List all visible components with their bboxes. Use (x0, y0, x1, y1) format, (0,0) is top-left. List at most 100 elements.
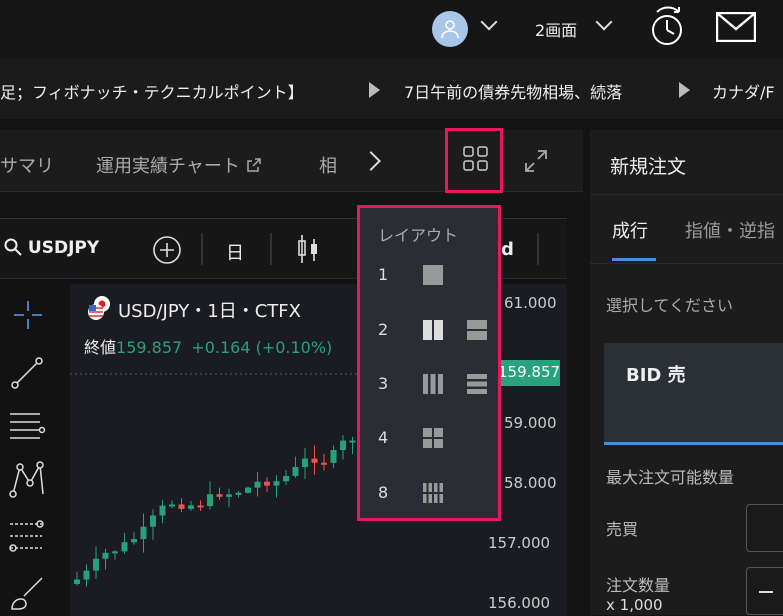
candle-body (178, 504, 185, 509)
layout-1-icon[interactable] (422, 264, 444, 286)
chevron-right-icon[interactable] (361, 151, 381, 171)
divider (590, 263, 783, 264)
layout-2-horizontal-icon[interactable] (466, 319, 488, 341)
candle-body (188, 505, 194, 509)
candle-body (254, 481, 261, 488)
qty-unit: x 1,000 (606, 596, 663, 614)
layout-row-label: 3 (378, 374, 389, 393)
candle-body (245, 487, 251, 493)
close-value: 159.857 (116, 338, 183, 357)
candle-body (150, 515, 156, 527)
layout-row-label: 8 (378, 483, 389, 502)
ticker-item[interactable]: カナダ/F (712, 79, 775, 103)
ticker-item[interactable]: 7日午前の債券先物相場、続落 (404, 79, 622, 103)
layout-3-horizontal-icon[interactable] (466, 373, 488, 395)
buy-sell-label: 売買 (606, 520, 639, 539)
select-prompt: 選択してください (606, 296, 734, 315)
layout-row-label: 2 (378, 320, 389, 339)
price-label: 156.000 (488, 594, 551, 612)
trend-line-icon[interactable] (10, 356, 44, 390)
tab-performance-chart[interactable]: 運用実績チャート (96, 152, 262, 178)
tab-limit-order[interactable]: 指値・逆指 (685, 217, 775, 243)
divider (201, 233, 203, 265)
close-price-line: 終値159.857 +0.164 (+0.10%) (84, 334, 332, 358)
pattern-icon[interactable] (8, 461, 46, 499)
divider (590, 194, 783, 195)
minus-icon (759, 591, 773, 593)
candle-body (140, 526, 147, 540)
active-tab-underline (612, 258, 656, 261)
ticker-item[interactable]: 足；フィボナッチ・テクニカルポイント】 (0, 79, 304, 103)
candle-body (330, 450, 337, 463)
layout-3-vertical-icon[interactable] (422, 373, 444, 395)
candle-body (216, 494, 223, 497)
candle-body (283, 476, 289, 482)
mail-icon[interactable] (716, 12, 756, 42)
crosshair-icon[interactable] (12, 299, 44, 331)
order-panel: 新規注文 成行 指値・逆指 選択してください BID 売 最大注文可能数量 売買… (590, 130, 783, 615)
candle-body (197, 505, 204, 508)
screens-selector[interactable]: 2画面 (535, 17, 577, 41)
layout-row-label: 4 (378, 428, 389, 447)
search-icon (4, 238, 22, 256)
candle-body (226, 494, 232, 497)
tab-partial[interactable]: 相 (319, 152, 337, 178)
candle-body (264, 481, 270, 486)
candle-body (74, 579, 80, 584)
fib-retracement-icon[interactable] (8, 519, 46, 553)
candle-body (207, 494, 213, 507)
layout-8-grid-icon[interactable] (422, 482, 444, 504)
chart-symbol-title: USD/JPY・1日・CTFX (118, 301, 301, 322)
layout-4-grid-icon[interactable] (422, 427, 444, 449)
timeframe-selector[interactable]: 日 (226, 239, 244, 265)
candle-body (235, 492, 242, 495)
toolbar-fragment[interactable]: d (501, 239, 514, 260)
candle-body (273, 481, 280, 486)
candle-body (340, 440, 346, 451)
layout-grid-icon[interactable] (463, 146, 489, 172)
price-change: +0.164 (+0.10%) (191, 338, 333, 357)
layout-row-label: 1 (378, 265, 389, 284)
stopwatch-icon[interactable] (649, 4, 685, 50)
candle-body (169, 504, 175, 507)
bid-sell-button[interactable]: BID 売 (604, 343, 783, 445)
price-label: 58.000 (504, 474, 557, 492)
usd-jpy-flag-icon (88, 296, 110, 320)
candle-body (292, 467, 299, 477)
divider (537, 233, 539, 265)
brush-icon[interactable] (8, 575, 46, 613)
expand-icon[interactable] (523, 148, 549, 174)
layout-2-vertical-icon[interactable] (422, 319, 444, 341)
candle-body (112, 551, 118, 554)
external-link-icon (246, 158, 261, 172)
price-label: 61.000 (504, 294, 557, 312)
tab-market-order[interactable]: 成行 (612, 217, 648, 243)
order-panel-title: 新規注文 (610, 156, 687, 178)
chevron-down-icon[interactable] (480, 13, 498, 31)
candle-body (321, 462, 327, 465)
qty-label: 注文数量 (606, 576, 671, 595)
buy-sell-field[interactable] (746, 504, 783, 552)
parallel-lines-icon[interactable] (8, 409, 46, 443)
qty-stepper[interactable] (746, 567, 783, 615)
candle-body (102, 552, 109, 559)
user-icon[interactable] (432, 11, 468, 47)
drawing-toolbar (0, 279, 60, 616)
layout-menu-title: レイアウト (378, 226, 459, 245)
divider (270, 233, 272, 265)
price-label: 59.000 (504, 414, 557, 432)
symbol-search[interactable]: USDJPY (4, 238, 99, 258)
top-bar: 2画面 (0, 0, 783, 58)
arrow-right-icon (369, 82, 380, 98)
candle-body (159, 505, 166, 516)
candlestick-type-icon[interactable] (296, 233, 320, 265)
news-ticker: 足；フィボナッチ・テクニカルポイント】 7日午前の債券先物相場、続落 カナダ/F (0, 58, 783, 120)
bid-label: BID 売 (626, 365, 686, 386)
layout-menu: レイアウト 1 2 3 4 8 (357, 205, 501, 521)
chevron-down-icon[interactable] (595, 13, 613, 31)
tab-summary[interactable]: サマリ (0, 152, 54, 178)
symbol-label: USDJPY (27, 238, 100, 258)
add-compare-icon[interactable] (152, 235, 182, 265)
candle-body (302, 458, 308, 468)
candle-body (349, 440, 356, 443)
